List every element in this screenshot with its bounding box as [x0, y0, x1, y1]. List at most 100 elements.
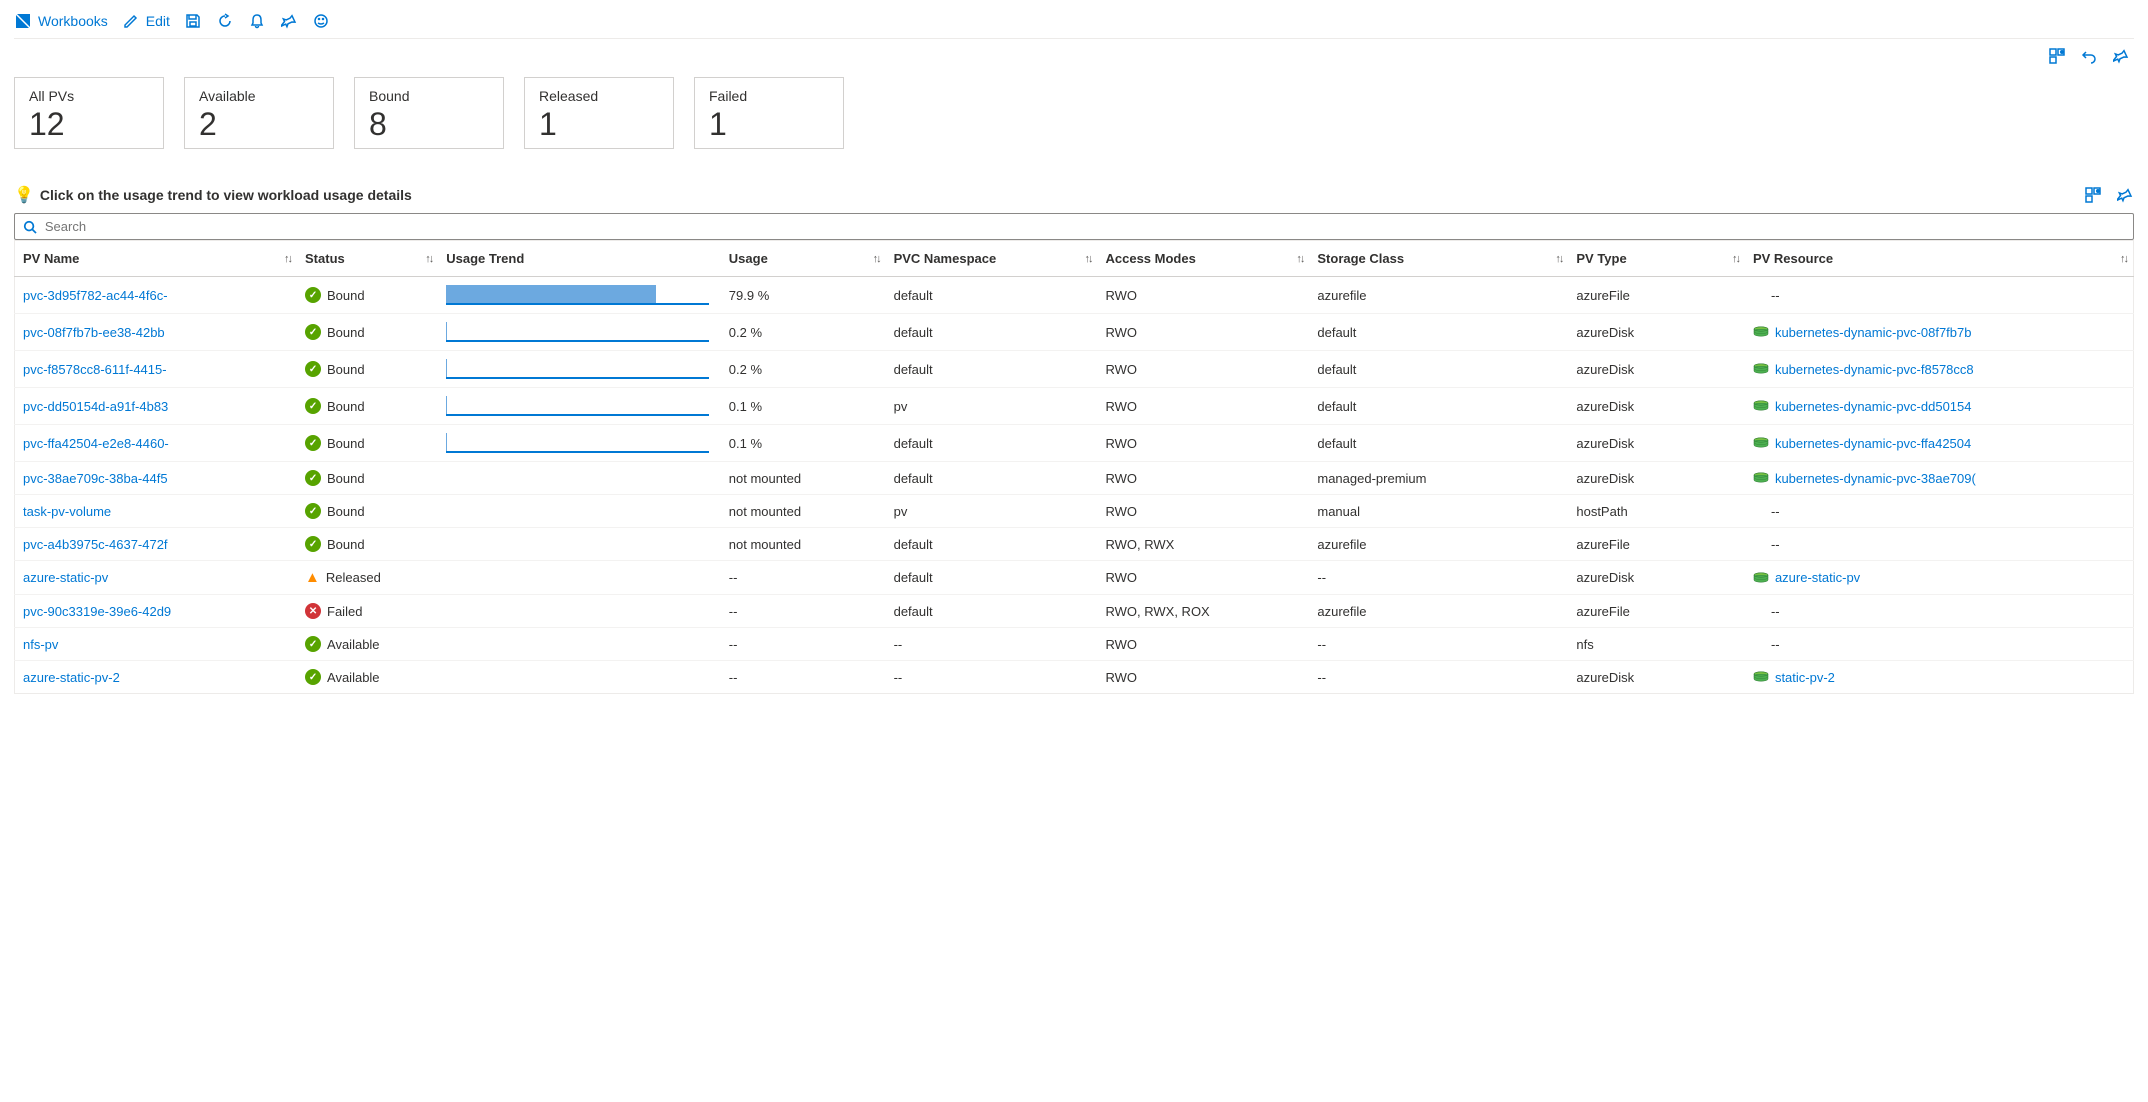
pencil-icon [122, 12, 140, 30]
usage-value: not mounted [721, 528, 886, 561]
status-cell: ✓Bound [305, 503, 430, 519]
namespace-value: default [886, 314, 1098, 351]
search-input[interactable] [43, 218, 2125, 235]
notify-button[interactable] [248, 12, 266, 30]
pv-type-value: azureDisk [1568, 388, 1745, 425]
usage-trend-bar[interactable] [446, 359, 709, 379]
summary-tile[interactable]: Released1 [524, 77, 674, 149]
refresh-button[interactable] [216, 12, 234, 30]
save-button[interactable] [184, 12, 202, 30]
col-access-modes[interactable]: Access Modes↑↓ [1097, 241, 1309, 277]
col-pv-resource[interactable]: PV Resource↑↓ [1745, 241, 2134, 277]
usage-trend-bar[interactable] [446, 433, 709, 453]
pv-name-link[interactable]: azure-static-pv-2 [23, 670, 120, 685]
table-row: task-pv-volume✓Boundnot mountedpvRWOmanu… [15, 495, 2134, 528]
pv-name-link[interactable]: pvc-3d95f782-ac44-4f6c- [23, 288, 168, 303]
col-pv-name[interactable]: PV Name↑↓ [15, 241, 298, 277]
summary-tile[interactable]: All PVs12 [14, 77, 164, 149]
pv-name-link[interactable]: task-pv-volume [23, 504, 111, 519]
pv-resource-link[interactable]: kubernetes-dynamic-pvc-ffa42504 [1775, 436, 1971, 451]
toolbar: Workbooks Edit [14, 10, 2134, 39]
storage-class-value: -- [1309, 628, 1568, 661]
pv-resource-link[interactable]: azure-static-pv [1775, 570, 1860, 585]
col-pv-type[interactable]: PV Type↑↓ [1568, 241, 1745, 277]
undo-icon[interactable] [2080, 47, 2098, 65]
access-modes-value: RWO [1097, 561, 1309, 595]
pv-name-link[interactable]: azure-static-pv [23, 570, 108, 585]
pv-name-link[interactable]: pvc-90c3319e-39e6-42d9 [23, 604, 171, 619]
tile-value: 12 [29, 108, 149, 140]
disk-icon [1753, 400, 1769, 412]
access-modes-value: RWO [1097, 628, 1309, 661]
pv-type-value: azureDisk [1568, 314, 1745, 351]
status-text: Bound [327, 399, 365, 414]
pv-resource-link[interactable]: static-pv-2 [1775, 670, 1835, 685]
table-row: azure-static-pv▲Released--defaultRWO--az… [15, 561, 2134, 595]
workbooks-button[interactable]: Workbooks [14, 12, 108, 30]
pv-name-link[interactable]: nfs-pv [23, 637, 58, 652]
status-text: Failed [327, 604, 362, 619]
col-usage[interactable]: Usage↑↓ [721, 241, 886, 277]
dashboard-icon[interactable] [2048, 47, 2066, 65]
usage-value: -- [721, 628, 886, 661]
storage-class-value: -- [1309, 561, 1568, 595]
pv-resource-link[interactable]: kubernetes-dynamic-pvc-dd50154 [1775, 399, 1972, 414]
feedback-button[interactable] [312, 12, 330, 30]
pv-name-link[interactable]: pvc-ffa42504-e2e8-4460- [23, 436, 169, 451]
pv-name-link[interactable]: pvc-a4b3975c-4637-472f [23, 537, 168, 552]
pv-name-link[interactable]: pvc-08f7fb7b-ee38-42bb [23, 325, 165, 340]
usage-value: 79.9 % [721, 277, 886, 314]
pin-table-icon[interactable] [2116, 186, 2134, 204]
disk-icon [1753, 572, 1769, 584]
table-row: pvc-08f7fb7b-ee38-42bb✓Bound0.2 %default… [15, 314, 2134, 351]
disk-icon [1753, 363, 1769, 375]
pv-type-value: azureFile [1568, 595, 1745, 628]
col-pvc-namespace[interactable]: PVC Namespace↑↓ [886, 241, 1098, 277]
hint-row: 💡 Click on the usage trend to view workl… [14, 159, 2134, 213]
col-storage-class[interactable]: Storage Class↑↓ [1309, 241, 1568, 277]
pv-name-link[interactable]: pvc-38ae709c-38ba-44f5 [23, 471, 168, 486]
pv-resource-link[interactable]: kubernetes-dynamic-pvc-38ae709( [1775, 471, 1976, 486]
status-text: Bound [327, 504, 365, 519]
storage-class-value: -- [1309, 661, 1568, 694]
table-row: pvc-f8578cc8-611f-4415-✓Bound0.2 %defaul… [15, 351, 2134, 388]
summary-tile[interactable]: Available2 [184, 77, 334, 149]
usage-value: 0.1 % [721, 388, 886, 425]
tile-value: 1 [539, 108, 659, 140]
col-status[interactable]: Status↑↓ [297, 241, 438, 277]
status-text: Bound [327, 537, 365, 552]
table-row: azure-static-pv-2✓Available----RWO--azur… [15, 661, 2134, 694]
pv-name-link[interactable]: pvc-f8578cc8-611f-4415- [23, 362, 167, 377]
usage-trend-bar[interactable] [446, 396, 709, 416]
tile-label: Available [199, 88, 319, 104]
check-icon: ✓ [305, 470, 321, 486]
summary-tile[interactable]: Failed1 [694, 77, 844, 149]
pin-button[interactable] [280, 12, 298, 30]
pv-resource-link[interactable]: kubernetes-dynamic-pvc-f8578cc8 [1775, 362, 1974, 377]
summary-tiles: All PVs12 Available2 Bound8 Released1 Failed… [14, 71, 2134, 159]
table-row: pvc-38ae709c-38ba-44f5✓Boundnot mountedd… [15, 462, 2134, 495]
pv-type-value: azureDisk [1568, 351, 1745, 388]
dashboard-icon-2[interactable] [2084, 186, 2102, 204]
col-usage-trend[interactable]: Usage Trend [438, 241, 721, 277]
table-row: pvc-ffa42504-e2e8-4460-✓Bound0.1 %defaul… [15, 425, 2134, 462]
pin-section-icon[interactable] [2112, 47, 2130, 65]
summary-tile[interactable]: Bound8 [354, 77, 504, 149]
smiley-icon [312, 12, 330, 30]
table-row: pvc-a4b3975c-4637-472f✓Boundnot mountedd… [15, 528, 2134, 561]
access-modes-value: RWO [1097, 462, 1309, 495]
access-modes-value: RWO [1097, 661, 1309, 694]
table-header-row: PV Name↑↓ Status↑↓ Usage Trend Usage↑↓ P… [15, 241, 2134, 277]
pv-name-link[interactable]: pvc-dd50154d-a91f-4b83 [23, 399, 168, 414]
usage-trend-bar[interactable] [446, 322, 709, 342]
tile-value: 1 [709, 108, 829, 140]
usage-trend-bar[interactable] [446, 285, 709, 305]
pv-resource-link[interactable]: kubernetes-dynamic-pvc-08f7fb7b [1775, 325, 1972, 340]
pv-type-value: azureDisk [1568, 425, 1745, 462]
edit-button[interactable]: Edit [122, 12, 170, 30]
access-modes-value: RWO [1097, 495, 1309, 528]
search-box[interactable] [14, 213, 2134, 240]
pv-type-value: azureDisk [1568, 561, 1745, 595]
pv-resource-value: -- [1753, 604, 1780, 619]
status-cell: ▲Released [305, 569, 430, 586]
